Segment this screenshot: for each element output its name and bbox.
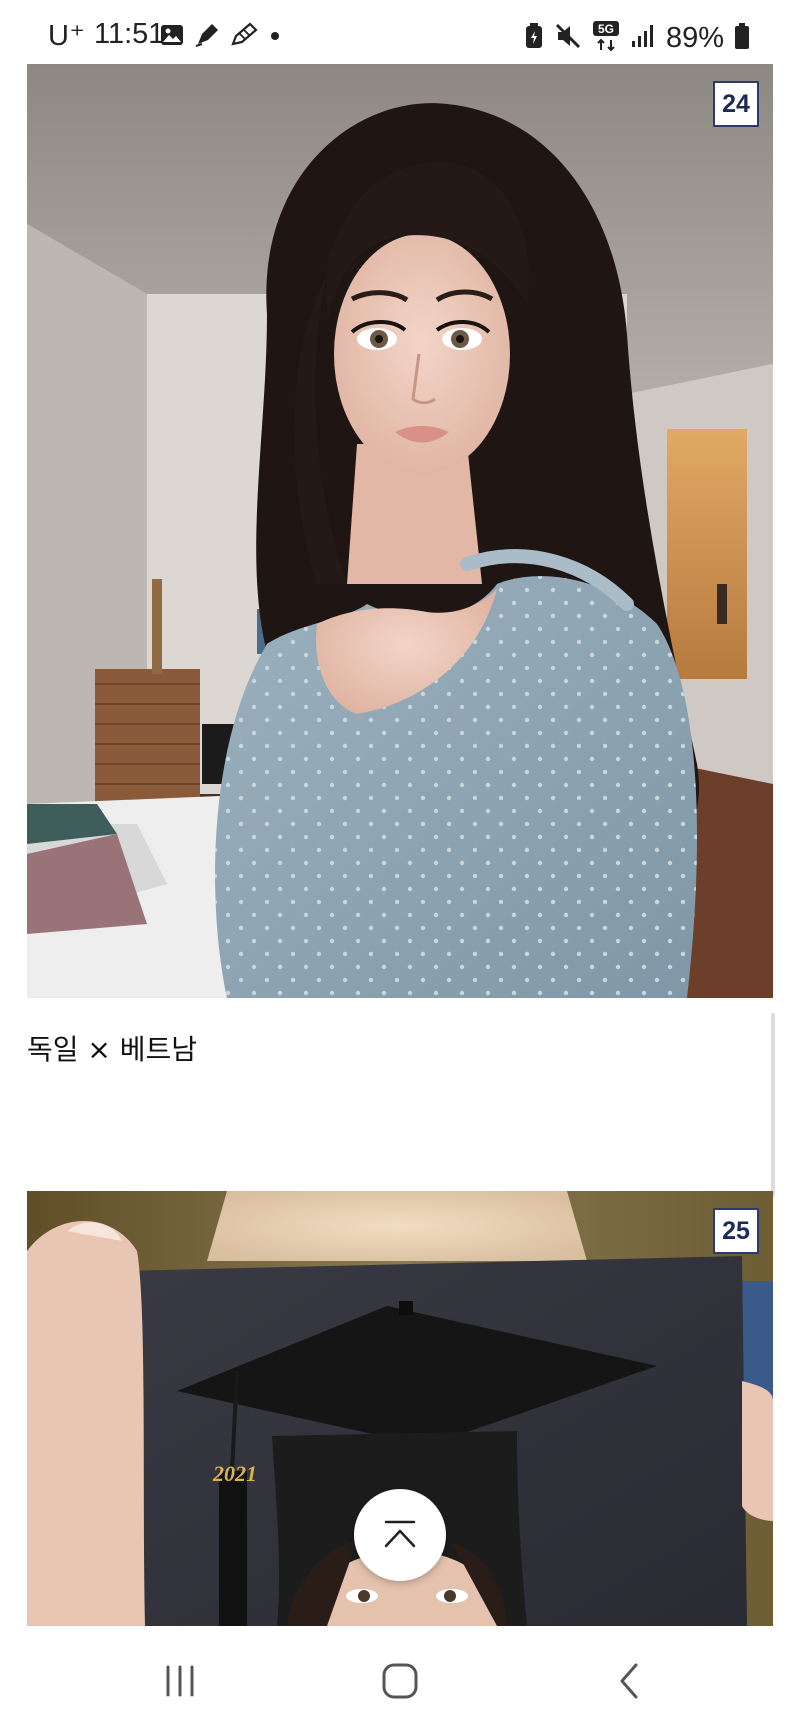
chevron-up-bar-icon [384, 1520, 416, 1548]
pen-icon [194, 22, 220, 53]
tassel-year: 2021 [212, 1461, 257, 1486]
scroll-indicator[interactable] [771, 1013, 775, 1197]
status-bar: U⁺ 11:51 5G 89% [0, 0, 800, 64]
carrier-label: U⁺ [48, 20, 86, 52]
5g-icon: 5G [592, 20, 620, 57]
back-button[interactable] [600, 1656, 660, 1706]
back-icon [620, 1663, 638, 1699]
svg-text:5G: 5G [598, 22, 614, 36]
gallery-icon [160, 23, 184, 52]
dot-icon [268, 22, 282, 53]
rank-badge: 24 [713, 81, 759, 127]
battery-icon [734, 22, 750, 55]
portrait-photo [27, 64, 773, 998]
battery-percent: 89% [665, 22, 724, 54]
home-icon [382, 1663, 418, 1699]
card-caption: 독일 × 베트남 [27, 1033, 198, 1066]
recents-icon [166, 1665, 194, 1697]
recents-button[interactable] [150, 1656, 210, 1706]
status-time: 11:51 [94, 18, 165, 50]
card-image-24[interactable]: 24 [27, 64, 773, 998]
mute-icon [554, 22, 582, 55]
battery-saver-icon [524, 22, 544, 55]
home-button[interactable] [370, 1656, 430, 1706]
rank-badge: 25 [713, 1208, 759, 1254]
pencil-icon [230, 22, 258, 53]
navigation-bar [0, 1626, 800, 1733]
signal-icon [630, 23, 656, 54]
scroll-to-top-button[interactable] [354, 1489, 446, 1581]
